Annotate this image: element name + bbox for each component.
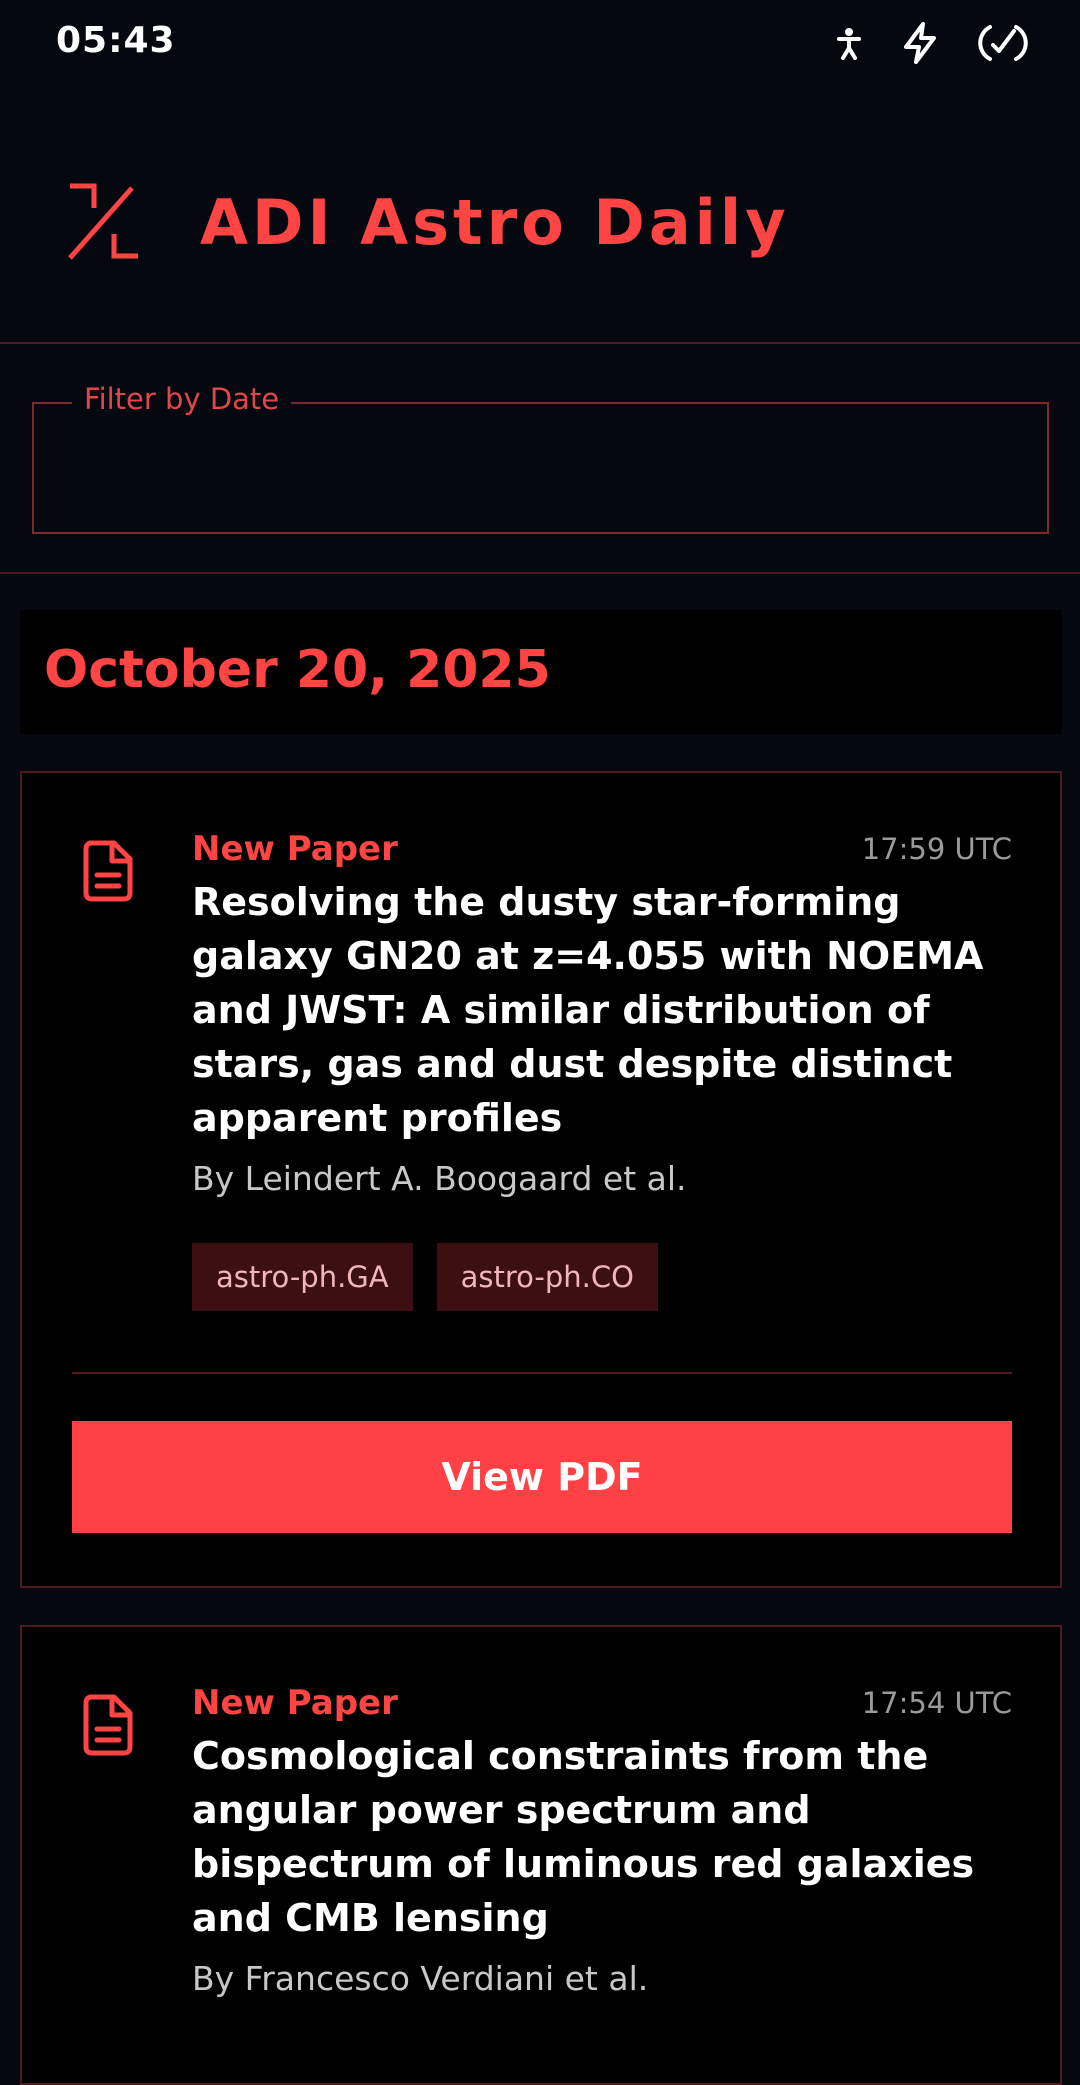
battery-saver-icon xyxy=(976,21,1030,65)
accessibility-icon xyxy=(834,26,864,60)
paper-time: 17:54 UTC xyxy=(861,1686,1012,1720)
status-time: 05:43 xyxy=(56,20,176,61)
card-divider xyxy=(72,1372,1012,1374)
view-pdf-button[interactable]: View PDF xyxy=(72,1421,1012,1533)
app-logo-icon xyxy=(66,182,142,266)
paper-authors: By Leindert A. Boogaard et al. xyxy=(192,1159,687,1198)
flash-icon xyxy=(900,21,940,65)
paper-authors: By Francesco Verdiani et al. xyxy=(192,1959,649,1998)
paper-title[interactable]: Resolving the dusty star-forming galaxy … xyxy=(192,875,1012,1145)
paper-body: New Paper 17:59 UTC Resolving the dusty … xyxy=(192,827,1012,1311)
paper-title[interactable]: Cosmological constraints from the angula… xyxy=(192,1729,1012,1945)
paper-time: 17:59 UTC xyxy=(861,832,1012,866)
category-tag[interactable]: astro-ph.CO xyxy=(436,1243,658,1311)
date-filter-input[interactable]: Filter by Date xyxy=(32,382,1049,534)
date-group-header: October 20, 2025 xyxy=(20,610,1062,734)
status-icons xyxy=(834,20,1030,66)
document-icon xyxy=(82,1693,134,1761)
paper-card: New Paper 17:54 UTC Cosmological constra… xyxy=(20,1625,1062,2085)
filter-section: Filter by Date xyxy=(0,344,1080,574)
filter-label: Filter by Date xyxy=(72,382,292,416)
paper-body: New Paper 17:54 UTC Cosmological constra… xyxy=(192,1681,1012,2003)
date-group-title: October 20, 2025 xyxy=(44,640,551,700)
category-tag[interactable]: astro-ph.GA xyxy=(192,1243,413,1311)
app-header: ADI Astro Daily xyxy=(0,86,1080,344)
app-title: ADI Astro Daily xyxy=(200,186,790,259)
status-bar: 05:43 xyxy=(0,0,1080,86)
document-icon xyxy=(82,839,134,907)
paper-card: New Paper 17:59 UTC Resolving the dusty … xyxy=(20,771,1062,1588)
paper-tags: astro-ph.GA astro-ph.CO xyxy=(192,1243,1012,1311)
